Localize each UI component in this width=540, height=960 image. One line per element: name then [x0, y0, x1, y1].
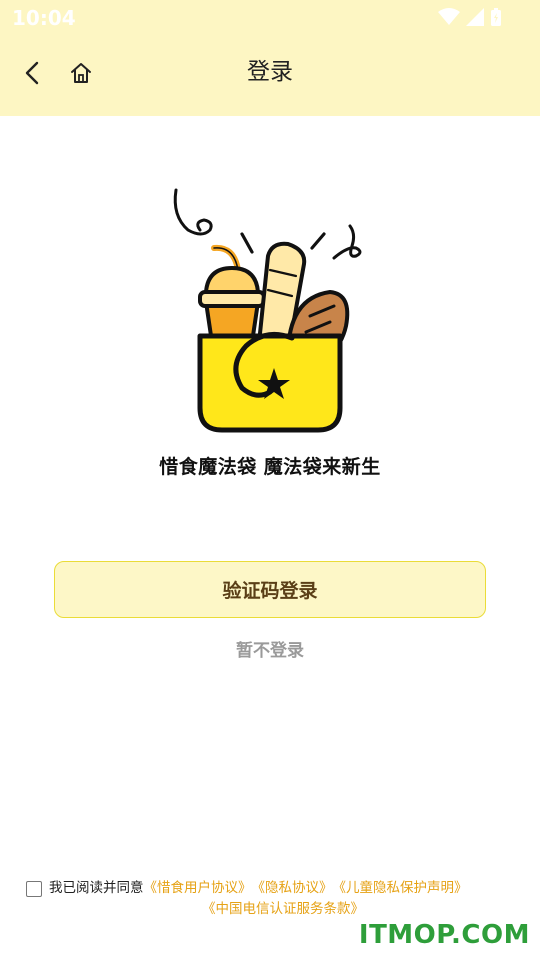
agreement-checkbox[interactable]	[26, 880, 42, 897]
top-app-bar: 10:04 登录	[0, 0, 540, 116]
page-title: 登录	[247, 59, 293, 85]
signal-icon	[466, 8, 484, 26]
skip-login-link[interactable]: 暂不登录	[0, 636, 540, 661]
magic-bag-logo-icon	[173, 188, 362, 433]
status-time: 10:04	[12, 6, 76, 30]
verification-code-login-button[interactable]: 验证码登录	[54, 561, 486, 618]
app-slogan: 惜食魔法袋 魔法袋来新生	[159, 456, 381, 478]
agreement-prefix: 我已阅读并同意	[49, 880, 144, 896]
battery-icon	[491, 8, 501, 26]
watermark: ITMOP.COM	[358, 920, 530, 950]
wifi-icon	[438, 8, 460, 25]
status-icons	[438, 7, 502, 27]
telecom-auth-terms-link[interactable]: 《中国电信认证服务条款》	[202, 901, 364, 917]
app-logo	[170, 186, 370, 436]
children-privacy-link[interactable]: 《儿童隐私保护声明》	[333, 878, 468, 899]
privacy-agreement-link[interactable]: 《隐私协议》	[252, 878, 333, 899]
status-bar: 10:04	[0, 0, 540, 38]
user-agreement-link[interactable]: 《惜食用户协议》	[144, 878, 252, 899]
agreement-section: 我已阅读并同意 《惜食用户协议》 《隐私协议》 《儿童隐私保护声明》 《中国电信…	[26, 878, 526, 920]
